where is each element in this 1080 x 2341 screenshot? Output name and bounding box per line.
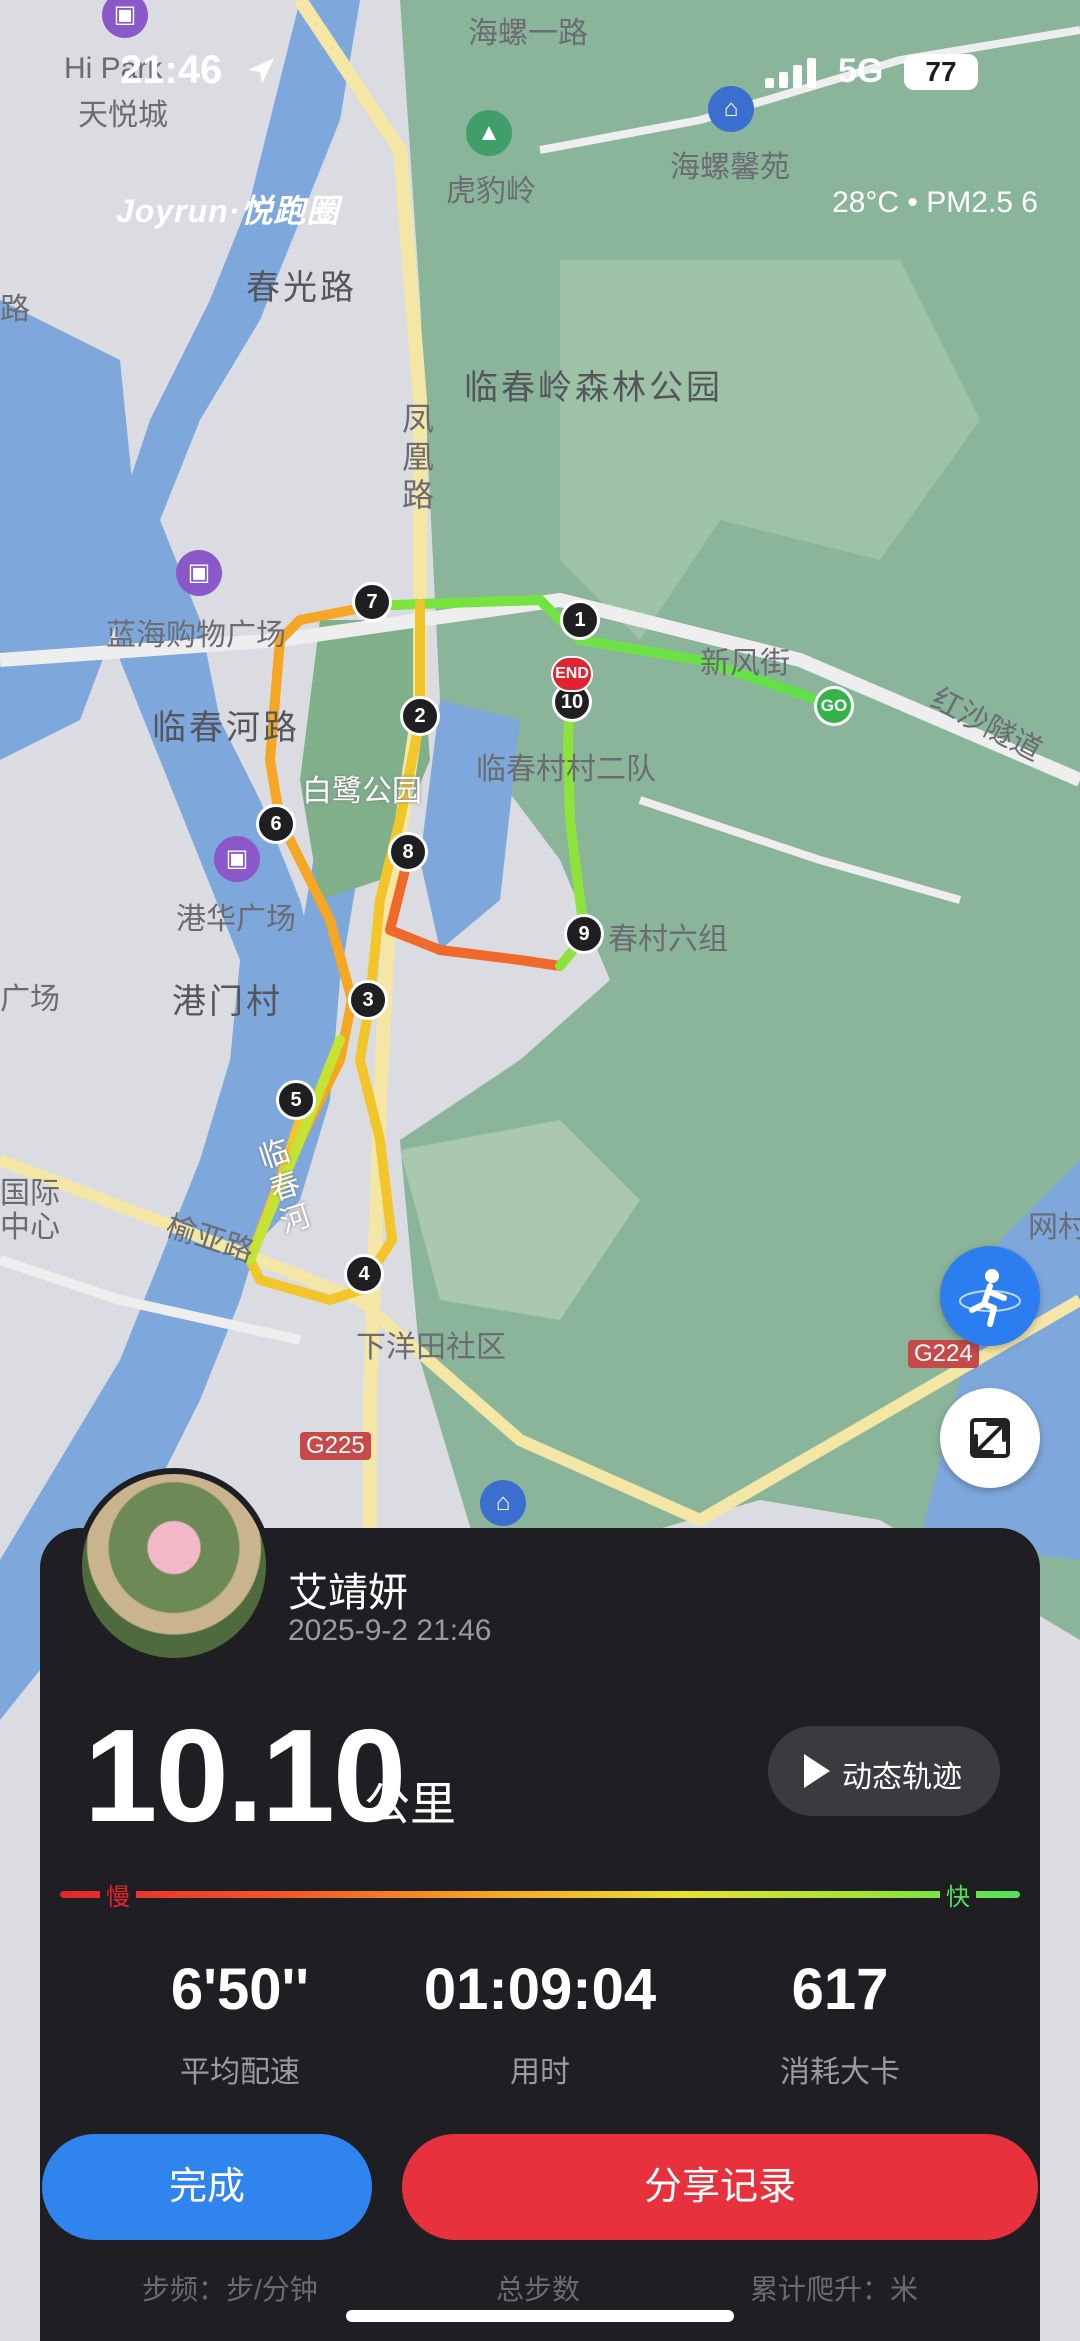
map-label-linchunhe-road: 临春河路 xyxy=(152,709,300,747)
pace-slow-label: 慢 xyxy=(100,1877,136,1912)
km-marker-4[interactable]: 4 xyxy=(344,1254,384,1294)
status-time: 21:46 xyxy=(120,48,223,92)
km-marker-7[interactable]: 7 xyxy=(352,582,392,622)
end-marker[interactable]: END xyxy=(551,656,593,692)
stat-avg-pace: 6'50'' 平均配速 xyxy=(90,1956,390,2091)
pace-gradient-bar xyxy=(60,1891,1020,1898)
play-icon xyxy=(804,1754,830,1788)
stat-duration: 01:09:04 用时 xyxy=(390,1956,690,2091)
share-record-button[interactable]: 分享记录 xyxy=(402,2134,1038,2240)
shopping-poi-icon: ▣ xyxy=(176,550,222,596)
map-label-xiayangtian: 下洋田社区 xyxy=(356,1331,506,1364)
distance-unit: 公里 xyxy=(364,1778,456,1830)
km-marker-3[interactable]: 3 xyxy=(348,980,388,1020)
app-logo: Joyrun·悦跑圈 xyxy=(116,193,340,229)
km-marker-5[interactable]: 5 xyxy=(276,1080,316,1120)
run-datetime: 2025-9-2 21:46 xyxy=(288,1614,492,1647)
cadence-label: 步频：步/分钟 xyxy=(142,2274,318,2305)
done-button[interactable]: 完成 xyxy=(42,2134,372,2240)
expand-map-button[interactable] xyxy=(940,1388,1040,1488)
km-marker-1[interactable]: 1 xyxy=(560,600,600,640)
map-label-fenghuang: 凤凰路 xyxy=(402,401,435,513)
expand-icon xyxy=(970,1418,1010,1458)
elevation-label: 累计爬升：米 xyxy=(750,2274,919,2305)
dynamic-track-label: 动态轨迹 xyxy=(842,1761,962,1794)
start-marker[interactable]: GO xyxy=(814,686,854,726)
stat-label: 用时 xyxy=(510,2056,570,2089)
runner-icon xyxy=(959,1269,1021,1327)
weather-info: 28°C • PM2.5 6 xyxy=(832,186,1038,219)
stat-label: 平均配速 xyxy=(180,2056,300,2089)
map-label-bailu-park: 白鹭公园 xyxy=(302,775,422,808)
battery-icon: 77 xyxy=(904,54,978,90)
map-label-lanhai: 蓝海购物广场 xyxy=(106,619,286,652)
stat-calories: 617 消耗大卡 xyxy=(690,1956,990,2091)
map-label-forest-park: 临春岭森林公园 xyxy=(464,369,723,407)
shopping-poi-icon: ▣ xyxy=(214,836,260,882)
stat-value: 617 xyxy=(791,1957,889,2022)
map-label-ganghua: 港华广场 xyxy=(176,903,296,936)
map-label-g225: G225 xyxy=(300,1432,371,1460)
map-label-village2: 临春村村二队 xyxy=(476,753,656,786)
pace-legend: 慢 快 xyxy=(60,1877,1020,1912)
runner-mode-button[interactable] xyxy=(940,1246,1040,1346)
map-label-lu: 路 xyxy=(0,293,30,326)
km-marker-8[interactable]: 8 xyxy=(388,832,428,872)
map-label-gangmen: 港门村 xyxy=(172,983,283,1021)
signal-icon xyxy=(765,58,816,88)
map-label-village6: 春村六组 xyxy=(608,923,728,956)
user-name: 艾靖妍 xyxy=(288,1571,408,1615)
residential-poi-icon: ⌂ xyxy=(480,1480,526,1526)
distance-value: 10.10 xyxy=(84,1702,406,1849)
stat-value: 6'50'' xyxy=(170,1957,310,2022)
pace-fast-label: 快 xyxy=(940,1877,976,1912)
total-steps-label: 总步数 xyxy=(496,2274,581,2305)
dynamic-track-button[interactable]: 动态轨迹 xyxy=(768,1726,1000,1816)
map-label-xinfeng: 新风街 xyxy=(700,647,790,680)
map-label-chang: 广场 xyxy=(0,983,60,1016)
status-bar: 21:46 5G 77 xyxy=(0,0,1080,150)
km-marker-9[interactable]: 9 xyxy=(564,914,604,954)
km-marker-6[interactable]: 6 xyxy=(256,804,296,844)
map-label-wangcun: 网村 xyxy=(1028,1211,1080,1244)
home-indicator[interactable] xyxy=(346,2310,734,2322)
stat-value: 01:09:04 xyxy=(423,1957,657,2022)
avatar[interactable] xyxy=(76,1468,272,1664)
stat-label: 消耗大卡 xyxy=(780,2056,900,2089)
location-arrow-icon xyxy=(248,58,274,84)
map-label-chunguang: 春光路 xyxy=(246,269,357,307)
network-type: 5G xyxy=(838,52,884,90)
map-label-hubaoling: 虎豹岭 xyxy=(446,175,536,208)
km-marker-2[interactable]: 2 xyxy=(400,696,440,736)
map-label-zhongxin: 中心 xyxy=(0,1211,60,1244)
